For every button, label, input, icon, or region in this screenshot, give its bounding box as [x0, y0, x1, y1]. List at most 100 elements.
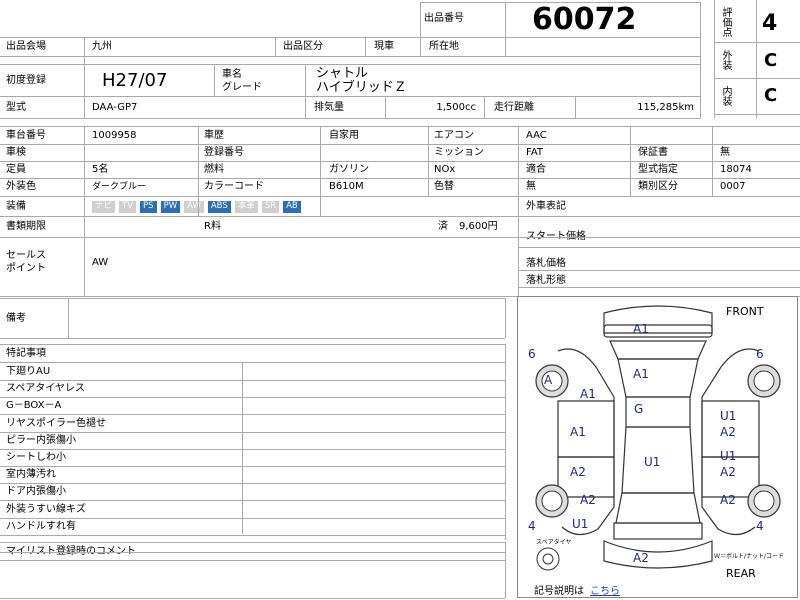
- venue-label: 出品会場: [6, 41, 46, 52]
- special-item: ドア内張傷小: [6, 486, 66, 498]
- sales-point-label-2: ポイント: [6, 263, 46, 274]
- mission-value: FAT: [526, 147, 544, 158]
- exterior-value: C: [764, 50, 778, 71]
- grid-vline: [84, 37, 85, 118]
- grid-hline: [0, 237, 800, 238]
- interior-label-text: 内装: [720, 86, 731, 106]
- special-label: 特記事項: [6, 348, 46, 359]
- grid-hline: [0, 542, 505, 543]
- mark-rear-bumper: A2: [633, 551, 649, 565]
- roof-note: Ｗ＝ボルト/ナット/コード: [714, 553, 785, 560]
- legend-link[interactable]: こちら: [590, 587, 620, 597]
- grid-hline: [0, 598, 505, 599]
- equipment-badge: PW: [160, 201, 181, 213]
- grid-hline: [0, 126, 800, 127]
- mark-door-fr-1: U1: [720, 409, 737, 423]
- ac-value: AAC: [526, 130, 547, 141]
- grid-hline: [0, 362, 505, 363]
- grid-hline: [0, 338, 505, 339]
- front-label: FRONT: [726, 305, 764, 318]
- grid-hline: [0, 466, 505, 467]
- mark-door-fr-2: A2: [720, 425, 736, 439]
- equipment-badge: 本革: [234, 201, 258, 213]
- mark-fender-fl: A1: [580, 387, 596, 401]
- score-value: 4: [762, 11, 778, 36]
- color-label: 外装色: [6, 181, 36, 192]
- grid-vline: [575, 96, 576, 118]
- grid-vline: [756, 0, 757, 118]
- grid-vline: [305, 64, 306, 96]
- grid-vline: [305, 96, 306, 118]
- equipment-badge: SR: [261, 201, 280, 213]
- interior-label: 内装: [716, 78, 744, 114]
- grid-vline: [712, 126, 713, 196]
- warranty-value: 無: [720, 147, 730, 158]
- grid-vline: [505, 2, 506, 56]
- grid-hline: [0, 431, 505, 433]
- grid-hline: [518, 270, 800, 271]
- special-item: 下廻りAU: [6, 366, 51, 377]
- grid-hline: [0, 534, 505, 536]
- import-value: [634, 199, 794, 215]
- mark-door-rr-2: A2: [720, 465, 736, 479]
- grid-vline: [420, 2, 421, 37]
- capacity-label: 定員: [6, 164, 26, 175]
- exterior-label: 外装: [716, 42, 744, 78]
- sales-point-label-1: セールス: [6, 250, 46, 261]
- grid-hline: [0, 178, 800, 179]
- location-label: 所在地: [429, 41, 459, 52]
- grid-hline: [0, 414, 505, 416]
- grid-hline: [0, 216, 800, 217]
- mark-door-fl: A1: [570, 425, 586, 439]
- grid-vline: [630, 126, 631, 196]
- grid-hline: [518, 247, 800, 248]
- lot-number: 60072: [532, 2, 637, 37]
- mark-quarter-rl: A2: [580, 493, 596, 507]
- grid-vline: [242, 362, 243, 534]
- model-name-label: 車名: [222, 68, 242, 80]
- grid-vline: [420, 37, 421, 56]
- special-item: スペアタイヤレス: [6, 383, 85, 395]
- grid-vline: [214, 64, 215, 96]
- mark-tire-rl: 4: [528, 519, 536, 533]
- grid-hline: [0, 448, 505, 450]
- grid-vline: [365, 37, 366, 56]
- chassis-value: 1009958: [92, 130, 137, 141]
- mission-label: ミッション: [434, 147, 484, 158]
- grid-hline: [0, 64, 700, 65]
- fuel-label: 燃料: [204, 164, 224, 175]
- comment-value: [2, 562, 502, 592]
- remarks-label: 備考: [6, 313, 26, 324]
- grid-hline: [0, 552, 505, 553]
- regno-value: [325, 145, 425, 161]
- docs-value: [88, 219, 198, 235]
- type-label: 型式: [6, 102, 26, 113]
- special-item: リヤスポイラー色褪せ: [6, 417, 106, 429]
- grid-hline: [0, 397, 505, 399]
- mark-tire-fr: 6: [756, 347, 764, 361]
- lot-label: 出品番号: [424, 13, 464, 24]
- special-item: 室内薄汚れ: [6, 469, 56, 481]
- model-name-value: シャトル: [316, 66, 369, 81]
- nox-label: NOx: [434, 164, 456, 175]
- grid-vline: [320, 126, 321, 216]
- rear-label: REAR: [726, 567, 756, 580]
- grid-hline: [0, 56, 700, 57]
- type-code-label: 型式指定: [638, 164, 678, 175]
- special-item: ハンドルすれ有: [6, 520, 76, 532]
- mark-windshield: A1: [633, 367, 649, 381]
- mileage-label: 走行距離: [494, 102, 534, 113]
- remarks-value: [72, 300, 502, 336]
- grid-vline: [428, 126, 429, 196]
- grid-hline: [714, 42, 800, 43]
- sales-point-value: AW: [92, 257, 109, 268]
- legend-text: 記号説明は: [534, 586, 584, 597]
- mark-quarter-rr: A2: [720, 493, 736, 507]
- inspection-value: [88, 145, 198, 161]
- grid-vline: [198, 126, 199, 216]
- import-label: 外車表記: [526, 201, 566, 212]
- equipment-badge: AB: [283, 201, 301, 213]
- grid-vline: [484, 96, 485, 118]
- sales-point-label: セールス ポイント: [2, 248, 82, 276]
- special-item: シートしわ小: [6, 452, 66, 463]
